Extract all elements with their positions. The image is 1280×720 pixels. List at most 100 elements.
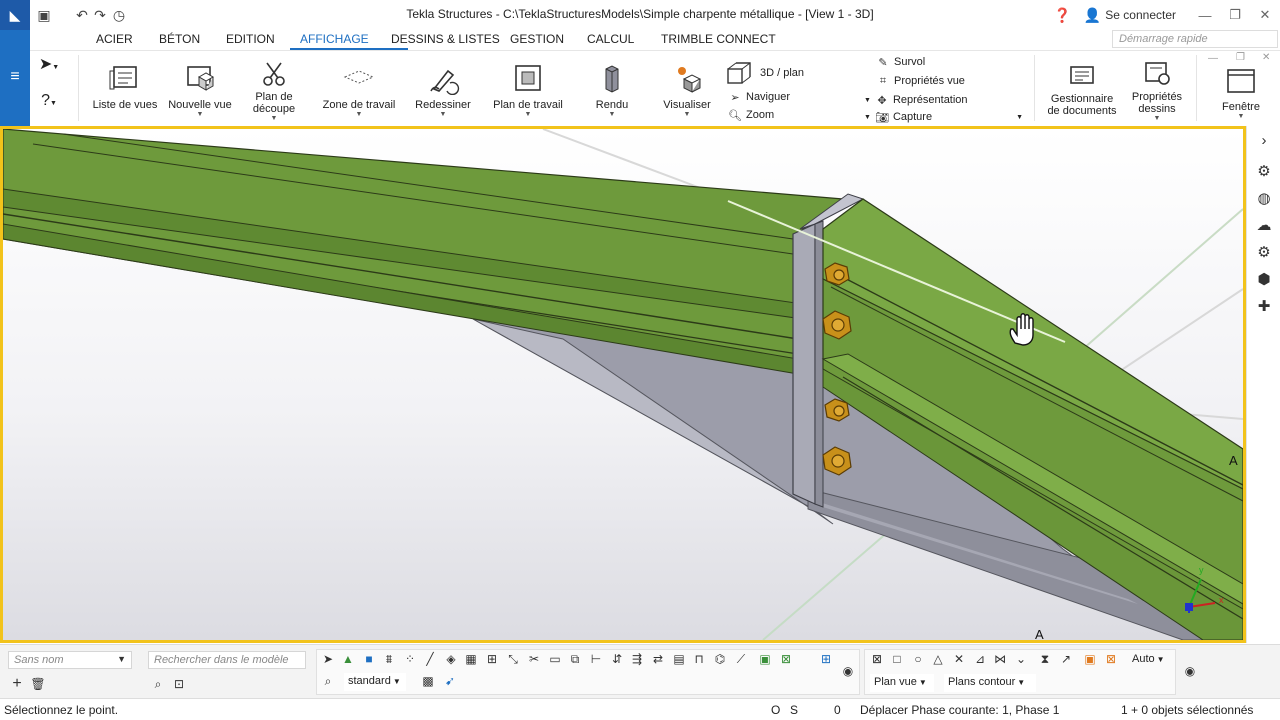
- expand-panel-chevron-icon[interactable]: ›: [1247, 132, 1280, 149]
- tab-beton[interactable]: BÉTON: [159, 32, 200, 46]
- settings-gear-icon[interactable]: ⚙: [1247, 243, 1280, 261]
- select-points-icon[interactable]: ⤡: [505, 651, 521, 667]
- properties-cogs-icon[interactable]: ⚙: [1247, 162, 1280, 180]
- snap-hourglass-icon[interactable]: ⧗: [1037, 651, 1053, 667]
- 3d-plan-button[interactable]: 3D / plan: [726, 59, 804, 87]
- survol-button[interactable]: ✎ Survol: [876, 56, 925, 69]
- snap-perpendicular-icon[interactable]: ⊿: [972, 651, 988, 667]
- minimize-button[interactable]: —: [1190, 8, 1220, 23]
- representation-button[interactable]: ▼ ✥ Représentation: [864, 94, 968, 107]
- search-icon[interactable]: ⌕: [150, 676, 166, 692]
- ribbon-restore-icon[interactable]: ❐: [1236, 52, 1245, 63]
- close-button[interactable]: ✕: [1250, 7, 1280, 23]
- select-lines-icon[interactable]: ╱: [422, 651, 438, 667]
- component-cube-icon[interactable]: ⬢: [1247, 270, 1280, 288]
- filter-select[interactable]: standard ▼: [344, 673, 406, 691]
- save-icon[interactable]: ▣: [36, 7, 52, 23]
- select-pour-icon[interactable]: ⇄: [650, 651, 666, 667]
- snap-free-icon[interactable]: ↗: [1058, 651, 1074, 667]
- snap-circle-icon[interactable]: ○: [910, 651, 926, 667]
- tab-trimble-connect[interactable]: TRIMBLE CONNECT: [661, 32, 776, 46]
- redo-icon[interactable]: ↷: [92, 7, 108, 23]
- help-icon[interactable]: ❓: [1051, 7, 1073, 24]
- undo-icon[interactable]: ↶: [74, 7, 90, 23]
- select-planes-icon[interactable]: ⧉: [567, 651, 583, 667]
- tab-affichage[interactable]: AFFICHAGE: [300, 32, 369, 46]
- snap-reference-icon[interactable]: ⊠: [869, 651, 885, 667]
- cloud-icon[interactable]: ☁: [1247, 216, 1280, 234]
- delete-icon[interactable]: 🗑︎: [30, 676, 46, 692]
- search-model-input[interactable]: Rechercher dans le modèle: [148, 651, 306, 669]
- select-gridlines-icon[interactable]: ⊞: [484, 651, 500, 667]
- proprietes-dessins-button[interactable]: Propriétés dessins ▼: [1126, 61, 1188, 122]
- tab-gestion[interactable]: GESTION: [510, 32, 564, 46]
- visibility-eye-icon[interactable]: ◉: [840, 663, 856, 679]
- select-views-icon[interactable]: ▭: [547, 651, 563, 667]
- 3d-model-viewport[interactable]: A A x y: [0, 126, 1246, 643]
- select-pointer-icon[interactable]: ➤▼: [34, 57, 64, 74]
- selection-name-combo[interactable]: Sans nom ▼: [8, 651, 132, 669]
- select-cuts-icon[interactable]: ✂: [526, 651, 542, 667]
- filter-magnifier-icon[interactable]: ⌕: [320, 673, 336, 689]
- tab-acier[interactable]: ACIER: [96, 32, 133, 46]
- select-rebar-icon[interactable]: ⊓: [691, 651, 707, 667]
- redessiner-button[interactable]: Redessiner ▼: [412, 63, 474, 118]
- status-ortho[interactable]: O: [771, 703, 780, 717]
- select-bolts-icon[interactable]: ⁘: [402, 651, 418, 667]
- fenetre-button[interactable]: Fenêtre ▼: [1208, 67, 1274, 120]
- status-snap[interactable]: S: [790, 703, 798, 717]
- zoom-button[interactable]: 🔍︎ Zoom: [728, 109, 774, 122]
- snap-extension-icon[interactable]: ⋈: [992, 651, 1008, 667]
- select-assembly-icon[interactable]: ⇵: [609, 651, 625, 667]
- tab-dessins-listes[interactable]: DESSINS & LISTES: [391, 32, 500, 46]
- snap-visibility-eye-icon[interactable]: ◉: [1182, 663, 1198, 679]
- select-surfaces-icon[interactable]: ■: [361, 651, 377, 667]
- user-icon[interactable]: 👤: [1081, 7, 1103, 24]
- naviguer-button[interactable]: ➢ Naviguer: [728, 91, 790, 104]
- select-welds-icon[interactable]: ⩩: [381, 651, 397, 667]
- filter-grid-icon[interactable]: ▩: [420, 673, 436, 689]
- add-icon[interactable]: +: [9, 676, 25, 692]
- snap-grid-green-icon[interactable]: ⊠: [778, 651, 794, 667]
- select-components-icon[interactable]: ◈: [443, 651, 459, 667]
- tekla-logo-icon[interactable]: ◣: [0, 0, 30, 30]
- help-pointer-icon[interactable]: ?▼: [34, 93, 64, 110]
- liste-vues-button[interactable]: Liste de vues: [92, 63, 158, 111]
- rendu-button[interactable]: Rendu ▼: [586, 63, 638, 118]
- capture-dropdown-icon[interactable]: ▼: [1016, 114, 1023, 121]
- filter-pointer-icon[interactable]: ➹: [442, 673, 458, 689]
- applications-grid-icon[interactable]: ✚: [1247, 297, 1280, 315]
- snap-chevron-icon[interactable]: ⌄: [1013, 651, 1029, 667]
- ribbon-close-icon[interactable]: ✕: [1262, 52, 1270, 63]
- select-objects-assembly-icon[interactable]: ⇶: [629, 651, 645, 667]
- gestionnaire-documents-button[interactable]: Gestionnaire de documents: [1042, 63, 1122, 117]
- plan-vue-select[interactable]: Plan vue ▼: [870, 674, 934, 692]
- zoom-search-icon[interactable]: ⊡: [171, 676, 187, 692]
- auto-select[interactable]: Auto ▼: [1128, 651, 1172, 669]
- select-measure-icon[interactable]: ⟋: [733, 651, 749, 667]
- select-task-icon[interactable]: ▤: [671, 651, 687, 667]
- select-layers-icon[interactable]: ⌬: [712, 651, 728, 667]
- snap-orange-icon[interactable]: ▣: [1082, 651, 1098, 667]
- visualiser-button[interactable]: Visualiser ▼: [656, 63, 718, 118]
- quick-launch-input[interactable]: Démarrage rapide: [1112, 30, 1278, 48]
- plan-travail-button[interactable]: Plan de travail ▼: [488, 63, 568, 118]
- select-reference-icon[interactable]: ⊢: [588, 651, 604, 667]
- proprietes-vue-button[interactable]: ⌗ Propriétés vue: [876, 75, 965, 87]
- plans-contour-select[interactable]: Plans contour ▼: [944, 674, 1036, 692]
- menu-hamburger-icon[interactable]: ≡: [0, 68, 30, 86]
- snap-orange-cross-icon[interactable]: ⊠: [1103, 651, 1119, 667]
- snap-green-icon[interactable]: ▣: [757, 651, 773, 667]
- ribbon-minimize-icon[interactable]: —: [1208, 53, 1218, 64]
- select-parts-icon[interactable]: ▲: [340, 651, 356, 667]
- select-grids-icon[interactable]: ▦: [463, 651, 479, 667]
- snap-intersection-icon[interactable]: ✕: [951, 651, 967, 667]
- snap-square-icon[interactable]: □: [889, 651, 905, 667]
- history-icon[interactable]: ◷: [111, 7, 127, 23]
- select-all-icon[interactable]: ➤: [320, 651, 336, 667]
- globe-icon[interactable]: ◍: [1247, 189, 1280, 207]
- tab-edition[interactable]: EDITION: [226, 32, 275, 46]
- capture-button[interactable]: ▼ 📷︎ Capture ▼: [864, 111, 1023, 124]
- tab-calcul[interactable]: CALCUL: [587, 32, 634, 46]
- zone-travail-button[interactable]: Zone de travail ▼: [318, 63, 400, 118]
